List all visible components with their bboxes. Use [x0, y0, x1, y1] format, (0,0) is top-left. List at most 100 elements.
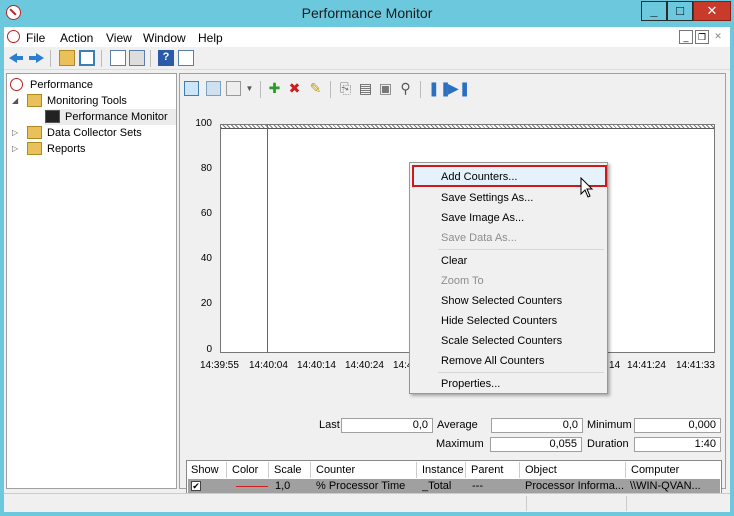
folder-icon: [27, 142, 42, 155]
x-tick-label: 14:39:55: [200, 360, 239, 371]
tree-item-monitoring-tools[interactable]: ◢ Monitoring Tools: [12, 93, 172, 109]
menu-item-properties[interactable]: Properties...: [441, 374, 500, 394]
export-list-icon[interactable]: [110, 50, 126, 66]
maximum-label: Maximum: [436, 438, 484, 450]
show-hide-tree-icon[interactable]: [79, 50, 95, 66]
y-tick-label: 20: [200, 298, 212, 309]
minimum-value: 0,000: [634, 418, 721, 433]
folder-icon: [27, 94, 42, 107]
row-parent: ---: [472, 480, 483, 492]
properties-pane-icon[interactable]: [178, 50, 194, 66]
menu-item-zoom-to: Zoom To: [441, 275, 484, 287]
show-checkbox[interactable]: ✔: [191, 481, 201, 491]
status-divider: [526, 496, 527, 511]
tree-item-performance-monitor[interactable]: Performance Monitor: [45, 109, 176, 125]
x-tick-label: 14:41:24: [627, 360, 666, 371]
forward-arrow-icon[interactable]: [28, 50, 44, 66]
collapse-arrow-icon[interactable]: ◢: [12, 93, 18, 109]
copy-properties-icon[interactable]: ⎘: [338, 81, 353, 96]
maximize-button[interactable]: □: [667, 1, 693, 21]
change-graph-type-icon[interactable]: [226, 81, 241, 96]
freeze-display-icon[interactable]: ❚❚: [428, 81, 451, 96]
paste-counter-list-icon[interactable]: ▤: [358, 81, 373, 96]
toolbar-separator: [260, 81, 261, 98]
menu-window[interactable]: Window: [143, 31, 186, 45]
minimum-label: Minimum: [587, 419, 632, 431]
context-menu: Add Counters... Save Settings As... Save…: [409, 162, 608, 394]
x-tick-label: 14:40:04: [249, 360, 288, 371]
menu-item-remove-all-counters[interactable]: Remove All Counters: [441, 351, 544, 371]
y-tick-label: 40: [200, 253, 212, 264]
main-toolbar: ?: [4, 47, 730, 70]
view-graph-icon[interactable]: [184, 81, 199, 96]
add-counter-icon[interactable]: ✚: [267, 81, 282, 96]
menu-item-show-selected-counters[interactable]: Show Selected Counters: [441, 291, 562, 311]
up-folder-icon[interactable]: [59, 50, 75, 66]
menu-item-hide-selected-counters[interactable]: Hide Selected Counters: [441, 311, 557, 331]
toolbar-separator: [101, 50, 102, 67]
toolbar-separator: [50, 50, 51, 67]
minimize-button[interactable]: _: [641, 1, 667, 21]
menu-item-save-settings-as[interactable]: Save Settings As...: [441, 188, 533, 208]
update-data-icon[interactable]: ▶❚: [448, 81, 471, 96]
view-histogram-icon[interactable]: [206, 81, 221, 96]
y-tick-label: 0: [206, 344, 212, 355]
mdi-restore-button[interactable]: ❐: [695, 30, 709, 44]
duration-value: 1:40: [634, 437, 721, 452]
system-menu-icon[interactable]: [7, 30, 20, 43]
column-header-color[interactable]: Color: [228, 462, 269, 478]
row-object: Processor Informa...: [525, 480, 625, 492]
print-icon[interactable]: [129, 50, 145, 66]
column-header-scale[interactable]: Scale: [270, 462, 311, 478]
properties-icon[interactable]: ▣: [378, 81, 393, 96]
tree-item-performance[interactable]: Performance: [10, 77, 170, 93]
column-header-parent[interactable]: Parent: [467, 462, 520, 478]
menu-item-add-counters[interactable]: Add Counters...: [441, 167, 517, 187]
menu-item-clear[interactable]: Clear: [441, 251, 467, 271]
status-bar: [4, 493, 730, 512]
menu-item-save-data-as: Save Data As...: [441, 232, 517, 244]
time-cursor-line: [267, 125, 268, 353]
menu-action[interactable]: Action: [60, 31, 93, 45]
performance-icon: [10, 78, 23, 91]
x-tick-label: 14:40:14: [297, 360, 336, 371]
x-tick-label: 14:40:24: [345, 360, 384, 371]
column-header-computer[interactable]: Computer: [627, 462, 721, 478]
expand-arrow-icon[interactable]: ▷: [12, 141, 18, 157]
column-header-counter[interactable]: Counter: [312, 462, 417, 478]
menu-separator: [438, 372, 604, 373]
row-scale: 1,0: [275, 480, 291, 492]
menu-help[interactable]: Help: [198, 31, 223, 45]
title-bar[interactable]: Performance Monitor _ □ ✕: [0, 0, 734, 27]
help-icon[interactable]: ?: [158, 50, 174, 66]
last-label: Last: [319, 419, 340, 431]
mdi-close-button[interactable]: ✕: [711, 30, 725, 44]
menu-view[interactable]: View: [106, 31, 132, 45]
average-label: Average: [437, 419, 478, 431]
menu-separator: [438, 249, 604, 250]
menu-bar: File Action View Window Help _ ❐ ✕: [4, 27, 730, 47]
close-button[interactable]: ✕: [693, 1, 731, 21]
delete-counter-icon[interactable]: ✖: [287, 81, 302, 96]
expand-arrow-icon[interactable]: ▷: [12, 125, 18, 141]
mdi-minimize-button[interactable]: _: [679, 30, 693, 44]
window-title: Performance Monitor: [301, 5, 433, 21]
tree-item-data-collector-sets[interactable]: ▷ Data Collector Sets: [12, 125, 172, 141]
column-header-instance[interactable]: Instance: [418, 462, 466, 478]
column-header-show[interactable]: Show: [187, 462, 227, 478]
duration-label: Duration: [587, 438, 629, 450]
back-arrow-icon[interactable]: [9, 50, 25, 66]
column-header-object[interactable]: Object: [521, 462, 626, 478]
highlight-pen-icon[interactable]: ✎: [308, 81, 323, 96]
chevron-down-icon[interactable]: ▼: [242, 81, 257, 96]
menu-file[interactable]: File: [26, 31, 45, 45]
menu-item-save-image-as[interactable]: Save Image As...: [441, 208, 524, 228]
table-row[interactable]: ✔ 1,0 % Processor Time _Total --- Proces…: [188, 479, 720, 493]
graph-top-band: [221, 125, 714, 129]
y-tick-label: 60: [200, 208, 212, 219]
menu-item-scale-selected-counters[interactable]: Scale Selected Counters: [441, 331, 562, 351]
tree-item-reports[interactable]: ▷ Reports: [12, 141, 172, 157]
performance-monitor-window: Performance Monitor _ □ ✕ File Action Vi…: [0, 0, 734, 516]
row-counter: % Processor Time: [316, 480, 406, 492]
zoom-icon[interactable]: ⚲: [398, 81, 413, 96]
